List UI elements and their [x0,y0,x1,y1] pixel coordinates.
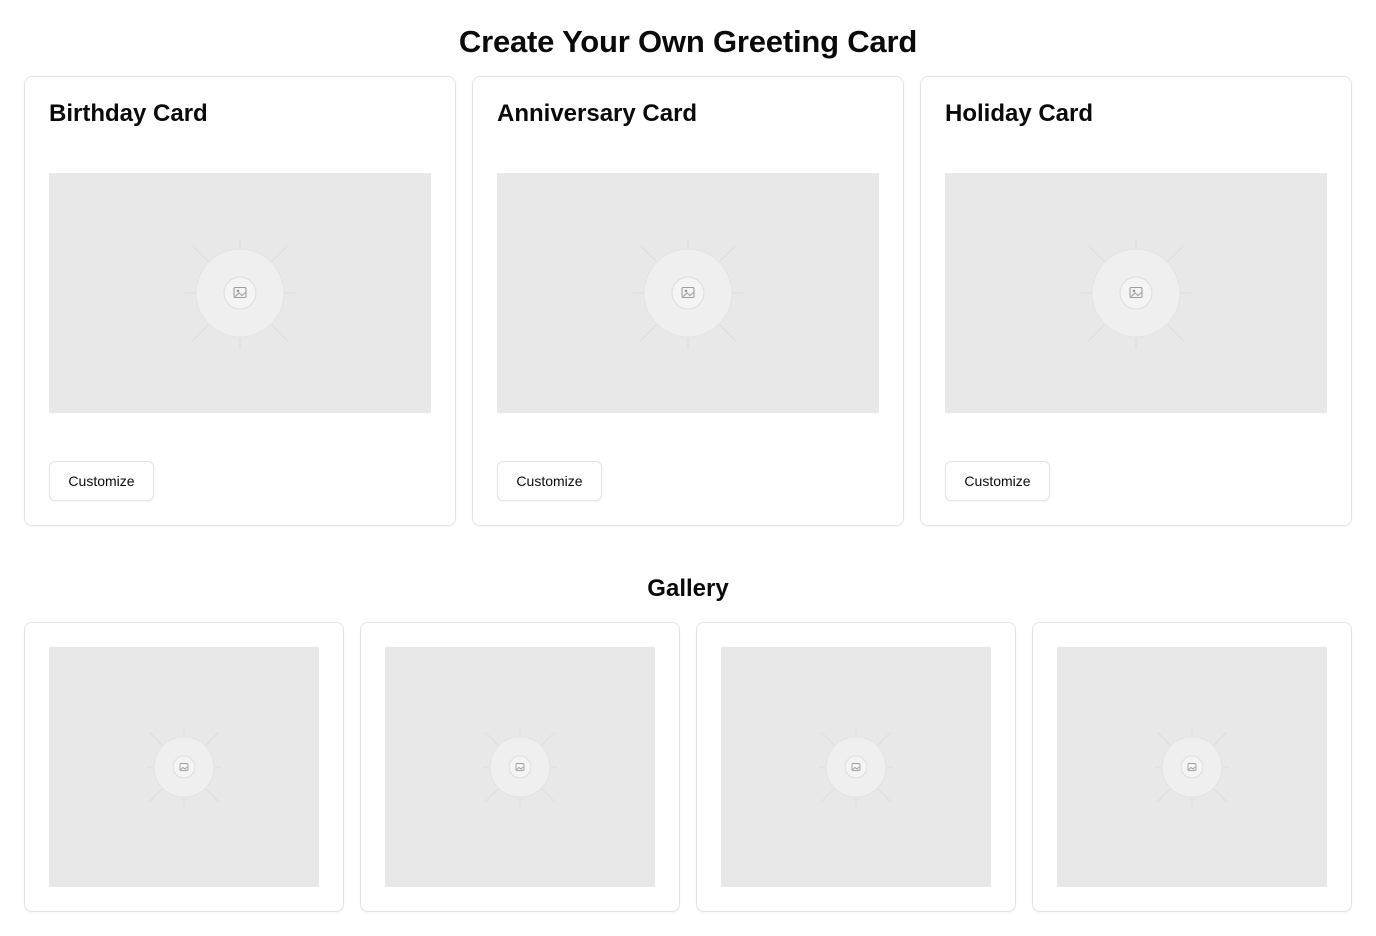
image-placeholder-icon [633,238,743,348]
template-card-anniversary: Anniversary Card Customize [472,76,904,526]
card-title: Holiday Card [945,100,1094,127]
gallery-image-placeholder [49,647,319,887]
gallery-item[interactable] [1032,622,1352,912]
gallery-image-placeholder [385,647,655,887]
card-title: Birthday Card [49,100,208,127]
page-title: Create Your Own Greeting Card [458,24,918,59]
gallery-item[interactable] [360,622,680,912]
customize-button[interactable]: Customize [497,461,602,501]
gallery-item[interactable] [24,622,344,912]
card-templates: Birthday Card Customize Anniversary Card [24,76,1352,526]
card-image-placeholder [49,173,431,413]
gallery-image-placeholder [1057,647,1327,887]
card-title: Anniversary Card [497,100,698,127]
image-placeholder-icon [146,729,222,805]
image-placeholder-icon [185,238,295,348]
image-placeholder-icon [818,729,894,805]
image-placeholder-icon [482,729,558,805]
image-placeholder-icon [1081,238,1191,348]
customize-button[interactable]: Customize [49,461,154,501]
card-image-placeholder [945,173,1327,413]
image-placeholder-icon [1154,729,1230,805]
card-image-placeholder [497,173,879,413]
gallery-title: Gallery [647,575,729,602]
gallery-item[interactable] [696,622,1016,912]
gallery-grid [24,622,1352,912]
customize-button[interactable]: Customize [945,461,1050,501]
template-card-holiday: Holiday Card Customize [920,76,1352,526]
gallery-image-placeholder [721,647,991,887]
template-card-birthday: Birthday Card Customize [24,76,456,526]
